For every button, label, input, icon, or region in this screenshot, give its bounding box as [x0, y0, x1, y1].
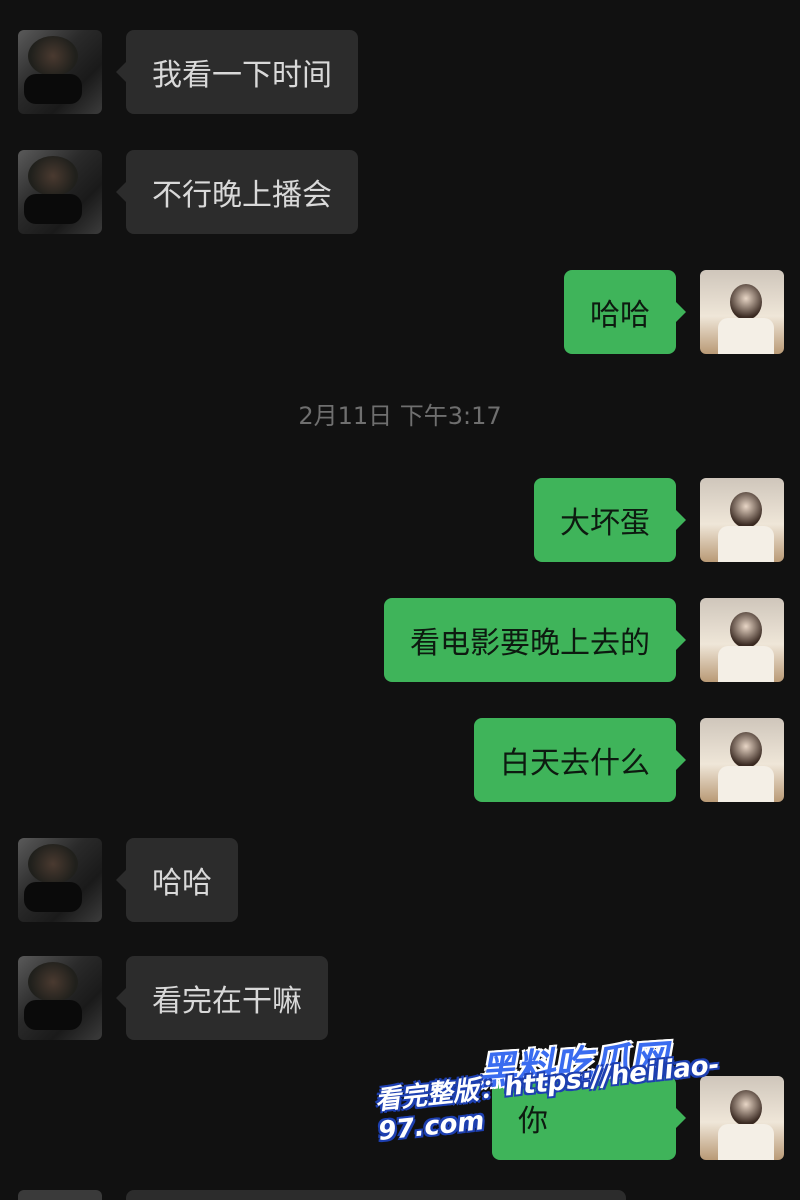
message-row: 不行晚上播会: [0, 150, 800, 234]
incoming-message-bubble[interactable]: 哈哈: [116, 838, 238, 922]
contact-avatar[interactable]: [18, 956, 102, 1040]
message-row: 哈哈: [0, 270, 800, 354]
incoming-message-bubble[interactable]: 看完在干嘛: [116, 956, 328, 1040]
message-text: 我看一下时间: [152, 58, 332, 93]
message-text: 白天去什么: [500, 746, 650, 781]
contact-avatar[interactable]: [18, 150, 102, 234]
outgoing-message-bubble[interactable]: 哈哈: [564, 270, 686, 354]
self-avatar[interactable]: [700, 598, 784, 682]
message-text: 哈哈: [590, 298, 650, 333]
contact-avatar[interactable]: [18, 30, 102, 114]
contact-avatar: [18, 1190, 102, 1200]
message-text: 哈哈: [152, 866, 212, 901]
message-row: 大坏蛋: [0, 478, 800, 562]
message-row: 看电影要晚上去的: [0, 598, 800, 682]
self-avatar[interactable]: [700, 478, 784, 562]
self-avatar[interactable]: [700, 270, 784, 354]
self-avatar[interactable]: [700, 718, 784, 802]
message-row: 哈哈: [0, 838, 800, 922]
outgoing-message-bubble[interactable]: 白天去什么: [474, 718, 686, 802]
outgoing-message-bubble[interactable]: 看电影要晚上去的: [384, 598, 686, 682]
outgoing-message-bubble[interactable]: 大坏蛋: [534, 478, 686, 562]
contact-avatar[interactable]: [18, 838, 102, 922]
message-row: 我看一下时间: [0, 30, 800, 114]
message-text: 不行晚上播会: [152, 178, 332, 213]
message-text: 看完在干嘛: [152, 984, 302, 1019]
message-text: 大坏蛋: [560, 506, 650, 541]
message-text: 看电影要晚上去的: [410, 626, 650, 661]
message-row: 白天去什么: [0, 718, 800, 802]
message-row: 看完在干嘛: [0, 956, 800, 1040]
incoming-message-bubble[interactable]: 我看一下时间: [116, 30, 358, 114]
message-row-partial: [0, 1190, 800, 1200]
incoming-message-bubble: [126, 1190, 626, 1200]
incoming-message-bubble[interactable]: 不行晚上播会: [116, 150, 358, 234]
chat-timestamp: 2月11日 下午3:17: [298, 402, 502, 430]
